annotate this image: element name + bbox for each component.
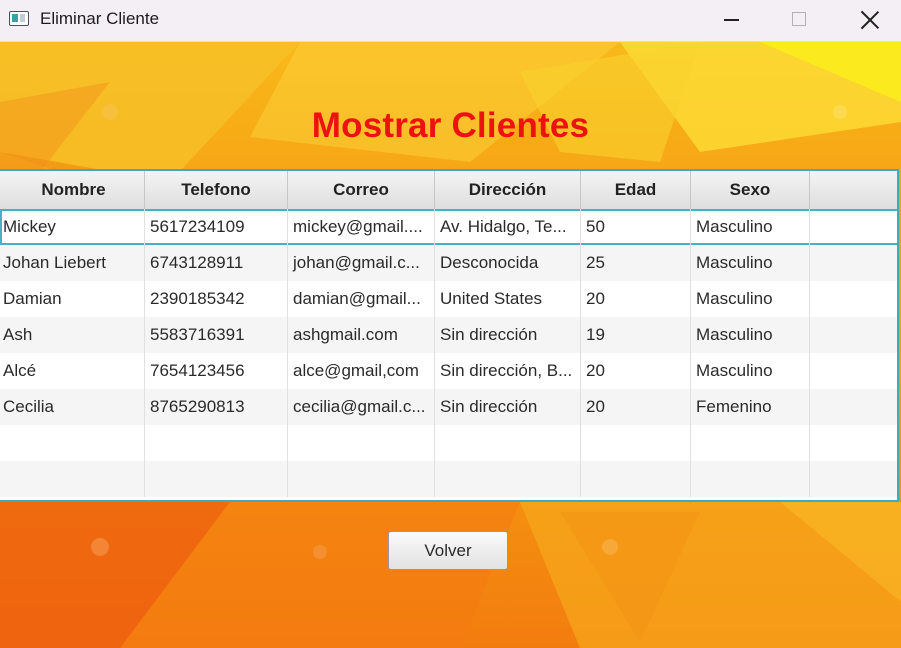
minimize-icon [724, 19, 739, 21]
clients-table[interactable]: Nombre Telefono Correo Dirección Edad Se… [0, 169, 899, 502]
column-header-sexo[interactable]: Sexo [691, 171, 810, 209]
empty-cell [581, 425, 691, 461]
column-header-direccion[interactable]: Dirección [435, 171, 581, 209]
empty-cell [810, 461, 897, 497]
maximize-button[interactable] [776, 0, 822, 41]
cell-direccion: United States [435, 281, 581, 317]
cell-nombre: Johan Liebert [0, 245, 145, 281]
cell-correo: johan@gmail.c... [288, 245, 435, 281]
table-row[interactable]: Alcé 7654123456 alce@gmail,com Sin direc… [0, 353, 897, 389]
table-header: Nombre Telefono Correo Dirección Edad Se… [0, 171, 897, 210]
cell-filler [810, 209, 897, 245]
table-row[interactable]: Cecilia 8765290813 cecilia@gmail.c... Si… [0, 389, 897, 425]
cell-filler [810, 245, 897, 281]
empty-cell [0, 425, 145, 461]
maximize-icon [792, 12, 806, 26]
column-header-nombre[interactable]: Nombre [0, 171, 145, 209]
empty-cell [288, 425, 435, 461]
back-button[interactable]: Volver [388, 531, 508, 570]
cell-direccion: Desconocida [435, 245, 581, 281]
cell-direccion: Sin dirección [435, 389, 581, 425]
cell-sexo: Masculino [691, 353, 810, 389]
cell-direccion: Sin dirección [435, 317, 581, 353]
empty-cell [581, 461, 691, 497]
column-header-telefono[interactable]: Telefono [145, 171, 288, 209]
cell-telefono: 5583716391 [145, 317, 288, 353]
empty-cell [691, 461, 810, 497]
cell-nombre: Mickey [0, 209, 145, 245]
column-header-correo[interactable]: Correo [288, 171, 435, 209]
table-row[interactable]: Johan Liebert 6743128911 johan@gmail.c..… [0, 245, 897, 281]
empty-table-row [0, 425, 897, 461]
empty-cell [435, 461, 581, 497]
cell-sexo: Masculino [691, 281, 810, 317]
cell-telefono: 7654123456 [145, 353, 288, 389]
cell-edad: 25 [581, 245, 691, 281]
cell-telefono: 2390185342 [145, 281, 288, 317]
cell-sexo: Femenino [691, 389, 810, 425]
close-icon [860, 10, 880, 30]
cell-edad: 20 [581, 281, 691, 317]
minimize-button[interactable] [708, 0, 754, 41]
cell-correo: alce@gmail,com [288, 353, 435, 389]
table-row[interactable]: Mickey 5617234109 mickey@gmail.... Av. H… [0, 209, 897, 245]
table-row[interactable]: Ash 5583716391 ashgmail.com Sin direcció… [0, 317, 897, 353]
cell-edad: 19 [581, 317, 691, 353]
cell-direccion: Av. Hidalgo, Te... [435, 209, 581, 245]
cell-sexo: Masculino [691, 209, 810, 245]
cell-sexo: Masculino [691, 317, 810, 353]
cell-edad: 20 [581, 389, 691, 425]
empty-cell [288, 461, 435, 497]
cell-telefono: 6743128911 [145, 245, 288, 281]
cell-nombre: Ash [0, 317, 145, 353]
cell-nombre: Damian [0, 281, 145, 317]
cell-sexo: Masculino [691, 245, 810, 281]
empty-cell [145, 425, 288, 461]
empty-cell [435, 425, 581, 461]
cell-correo: cecilia@gmail.c... [288, 389, 435, 425]
page-title: Mostrar Clientes [311, 106, 590, 145]
cell-direccion: Sin dirección, B... [435, 353, 581, 389]
title-bar: Eliminar Cliente [0, 0, 901, 42]
app-window-icon [9, 11, 29, 26]
column-header-edad[interactable]: Edad [581, 171, 691, 209]
empty-cell [691, 425, 810, 461]
window-title: Eliminar Cliente [40, 9, 160, 28]
cell-telefono: 8765290813 [145, 389, 288, 425]
empty-cell [145, 461, 288, 497]
cell-correo: mickey@gmail.... [288, 209, 435, 245]
cell-edad: 50 [581, 209, 691, 245]
column-header-filler [810, 171, 897, 209]
close-button[interactable] [846, 0, 892, 41]
cell-filler [810, 317, 897, 353]
cell-correo: damian@gmail... [288, 281, 435, 317]
cell-edad: 20 [581, 353, 691, 389]
cell-filler [810, 281, 897, 317]
cell-correo: ashgmail.com [288, 317, 435, 353]
empty-cell [0, 461, 145, 497]
empty-cell [810, 425, 897, 461]
cell-telefono: 5617234109 [145, 209, 288, 245]
cell-nombre: Alcé [0, 353, 145, 389]
cell-filler [810, 389, 897, 425]
cell-nombre: Cecilia [0, 389, 145, 425]
table-row[interactable]: Damian 2390185342 damian@gmail... United… [0, 281, 897, 317]
empty-table-row [0, 461, 897, 497]
cell-filler [810, 353, 897, 389]
